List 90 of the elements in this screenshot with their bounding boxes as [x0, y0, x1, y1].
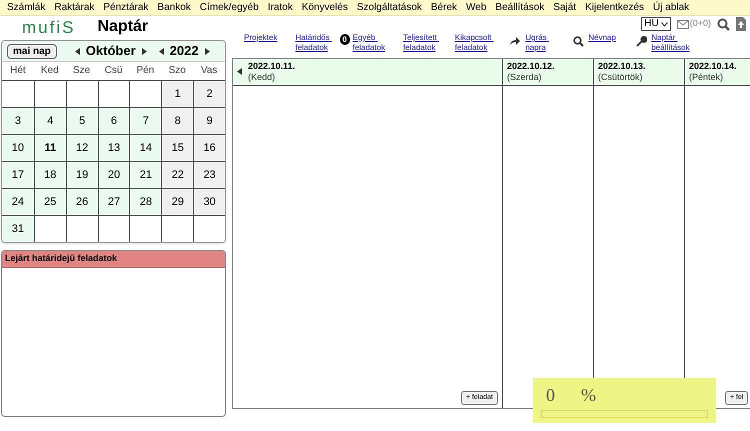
calendar-day[interactable]: 29: [161, 189, 194, 215]
month-label: Október: [86, 42, 136, 60]
day-name: (Kedd): [248, 72, 276, 83]
calendar-day[interactable]: 15: [161, 135, 194, 161]
calendar-day[interactable]: 20: [98, 162, 130, 188]
day-date: 2022.10.13.: [598, 61, 646, 72]
calendar-day[interactable]: 26: [66, 189, 98, 215]
panel-title: Lejárt határidejű feladatok: [5, 252, 118, 266]
language-select[interactable]: HU: [641, 17, 671, 31]
chevron-down-icon: [660, 22, 668, 26]
calendar-day[interactable]: 10: [2, 135, 34, 161]
search-icon[interactable]: [717, 18, 730, 30]
calendar-day[interactable]: 3: [2, 108, 34, 134]
toolbar-link[interactable]: Projektek: [244, 33, 278, 43]
calendar-day[interactable]: 22: [161, 162, 194, 188]
previous-year-icon[interactable]: [158, 48, 164, 54]
calendar-day[interactable]: 31: [2, 216, 34, 242]
toolbar-link[interactable]: Egyéb feladatok: [352, 33, 386, 53]
menu-item[interactable]: Számlák: [7, 0, 46, 15]
calendar-day[interactable]: 2: [193, 81, 225, 107]
calendar-day[interactable]: 8: [161, 108, 194, 134]
day-name: (Szerda): [507, 72, 543, 83]
calendar-day[interactable]: 6: [98, 108, 130, 134]
calendar-day[interactable]: 27: [98, 189, 130, 215]
page-title: Naptár: [97, 17, 148, 37]
next-month-icon[interactable]: [142, 48, 147, 54]
menu-item[interactable]: Saját: [553, 0, 576, 15]
calendar-day[interactable]: 7: [129, 108, 162, 134]
logo: mufiS: [22, 18, 76, 36]
day-name: (Péntek): [689, 72, 724, 83]
toolbar-link[interactable]: Névnap: [588, 33, 618, 43]
toolbar-link[interactable]: Ugrás napra: [525, 33, 556, 53]
toolbar-link[interactable]: Kikapcsolt feladatok: [454, 33, 492, 53]
progress-unit: %: [581, 384, 596, 406]
calendar-day[interactable]: 18: [34, 162, 66, 188]
toolbar-link[interactable]: Határidős feladatok: [295, 33, 330, 53]
weekday-header: Hét: [9, 64, 27, 78]
search-icon: [573, 36, 584, 47]
menu-item[interactable]: Raktárak: [54, 0, 94, 15]
progress-value: 0: [546, 384, 555, 406]
calendar-day[interactable]: 23: [193, 162, 225, 188]
menu-item[interactable]: Szolgáltatások: [356, 0, 422, 15]
toolbar-link[interactable]: Teljesített feladatok: [403, 33, 437, 53]
calendar-day[interactable]: 25: [34, 189, 66, 215]
previous-month-icon[interactable]: [74, 48, 80, 54]
calendar-day[interactable]: 21: [129, 162, 162, 188]
message-count: (0+0): [690, 17, 711, 30]
menu-item[interactable]: Új ablak: [653, 0, 690, 15]
calendar-day[interactable]: 12: [66, 135, 98, 161]
day-date: 2022.10.11.: [248, 61, 296, 72]
next-year-icon[interactable]: [204, 48, 210, 54]
toolbar-link[interactable]: Naptár beállítások: [651, 33, 690, 53]
arrow-icon: [509, 36, 522, 46]
calendar-day[interactable]: 19: [66, 162, 98, 188]
calendar-day[interactable]: 1: [161, 81, 194, 107]
menu-item[interactable]: Web: [466, 0, 486, 15]
weekday-header: Ked: [40, 64, 60, 78]
today-button[interactable]: mai nap: [7, 44, 57, 58]
previous-day-icon[interactable]: [237, 68, 242, 75]
calendar-day[interactable]: 4: [34, 108, 66, 134]
weekday-header: Vas: [200, 64, 218, 78]
upload-icon[interactable]: [736, 17, 746, 31]
menu-item[interactable]: Beállítások: [495, 0, 544, 15]
day-date: 2022.10.12.: [507, 61, 555, 72]
menu-item[interactable]: Pénztárak: [103, 0, 148, 15]
calendar-day[interactable]: 9: [193, 108, 225, 134]
calendar-day[interactable]: 30: [193, 189, 225, 215]
weekday-header: Pén: [135, 64, 156, 78]
count-badge: 0: [340, 34, 350, 45]
menu-item[interactable]: Bérek: [430, 0, 458, 15]
envelope-icon[interactable]: [676, 20, 689, 28]
weekday-header: Szo: [168, 64, 187, 78]
calendar-day[interactable]: 24: [2, 189, 34, 215]
calendar-day[interactable]: 16: [193, 135, 225, 161]
weekday-header: Sze: [72, 64, 92, 78]
calendar-day[interactable]: 17: [2, 162, 34, 188]
calendar-day[interactable]: 11: [34, 135, 66, 161]
calendar-day[interactable]: 5: [66, 108, 98, 134]
calendar-day[interactable]: 28: [129, 189, 162, 215]
year-label: 2022: [170, 42, 199, 60]
calendar-day[interactable]: 14: [129, 135, 162, 161]
menu-item[interactable]: Kijelentkezés: [585, 0, 644, 15]
day-name: (Csütörtök): [598, 72, 644, 83]
weekday-header: Csü: [104, 64, 124, 78]
day-date: 2022.10.14.: [689, 61, 737, 72]
calendar-day[interactable]: 13: [98, 135, 130, 161]
menu-item[interactable]: Iratok: [268, 0, 293, 15]
menu-item[interactable]: Címek/egyéb: [200, 0, 259, 15]
menu-item[interactable]: Könyvelés: [302, 0, 348, 15]
menu-item[interactable]: Bankok: [157, 0, 191, 15]
